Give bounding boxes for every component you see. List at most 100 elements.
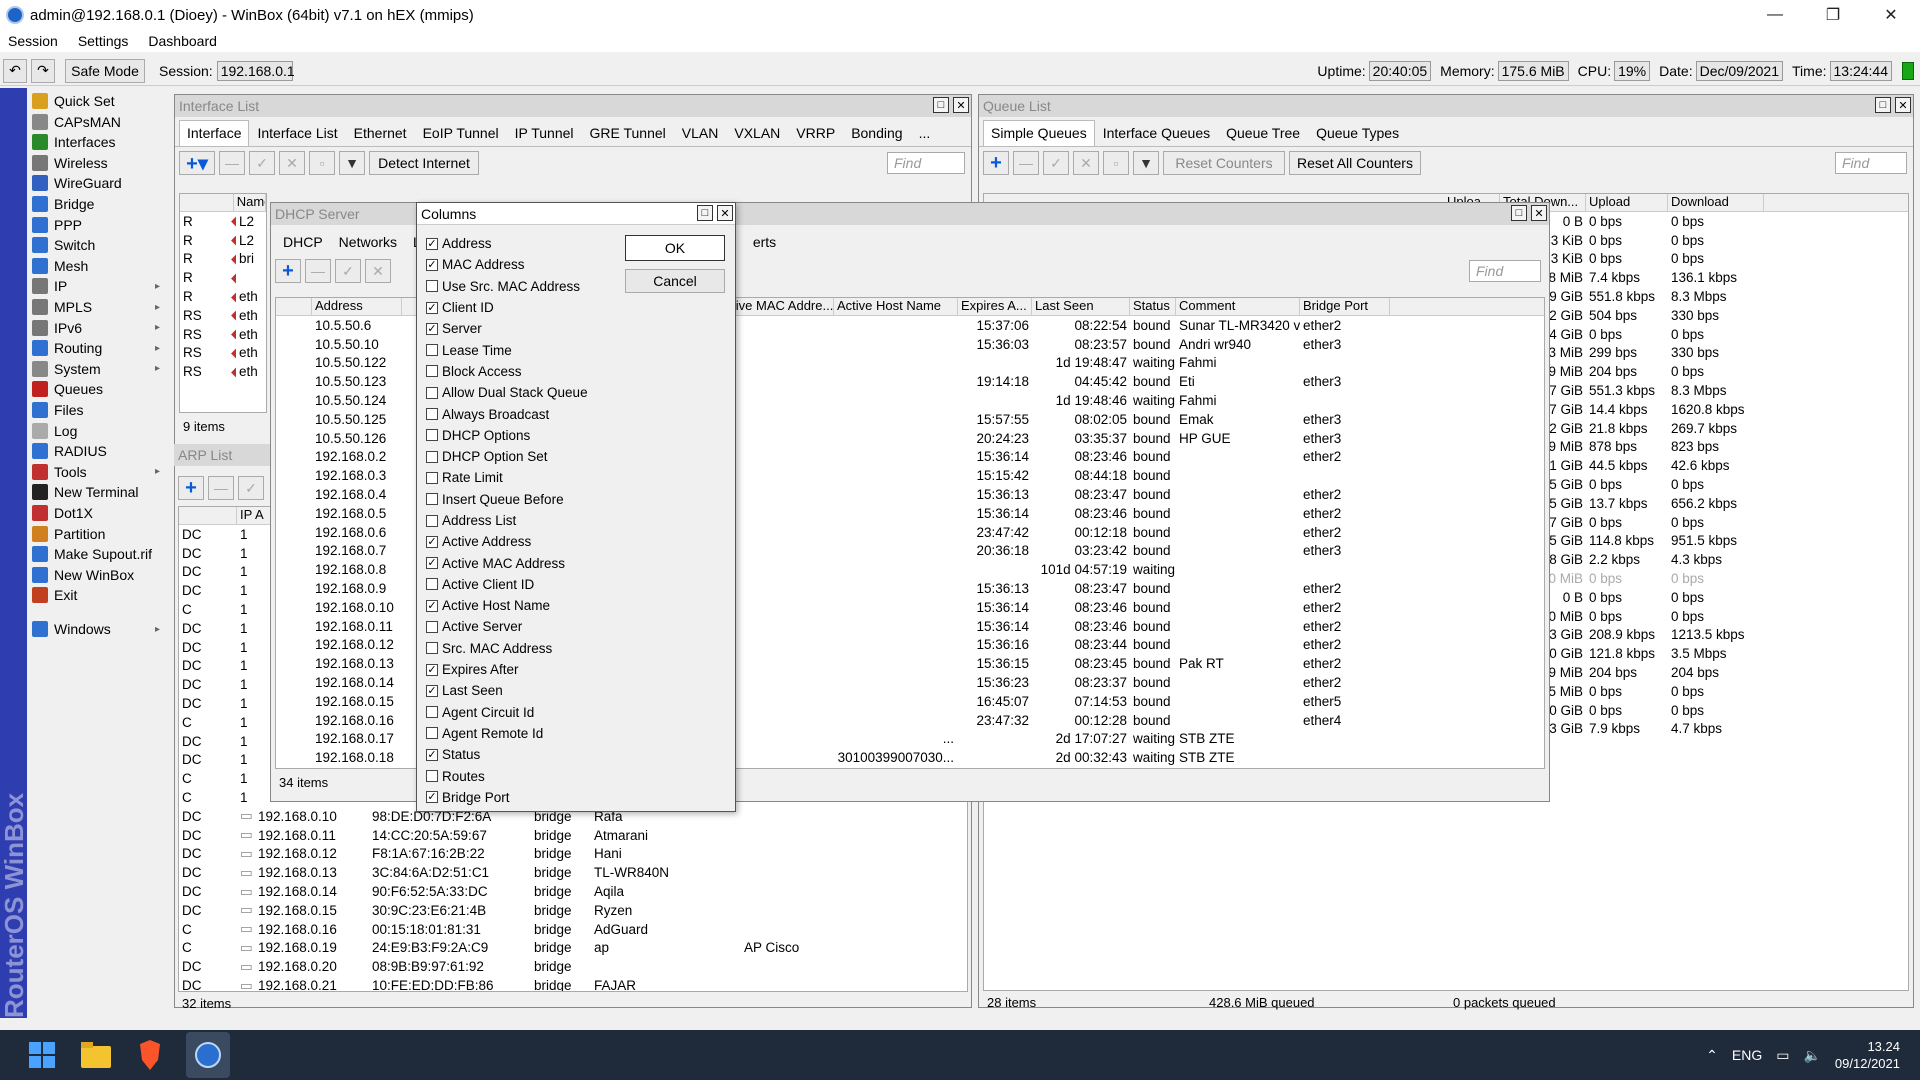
column-option-allow-dual-stack-queue[interactable]: Allow Dual Stack Queue xyxy=(426,382,626,403)
queue-comment-icon[interactable]: ▫ xyxy=(1103,151,1129,175)
dhcp-remove-icon[interactable]: — xyxy=(305,259,331,283)
ok-button[interactable]: OK xyxy=(625,235,725,261)
tab--[interactable]: ... xyxy=(911,120,939,146)
arp-col-ip[interactable]: IP A xyxy=(237,507,273,524)
menu-dashboard[interactable]: Dashboard xyxy=(148,33,217,49)
comment-icon[interactable]: ▫ xyxy=(309,151,335,175)
enable-icon[interactable]: ✓ xyxy=(249,151,275,175)
arp-remove-icon[interactable]: — xyxy=(208,476,234,500)
column-option-lease-time[interactable]: Lease Time xyxy=(426,339,626,360)
col-active-host-name[interactable]: Active Host Name xyxy=(834,298,958,315)
table-row[interactable]: R ◆bri xyxy=(180,250,266,269)
unchecked-checkbox-icon[interactable] xyxy=(426,727,438,740)
sidebar-item-queues[interactable]: Queues xyxy=(32,378,166,400)
sidebar-item-bridge[interactable]: Bridge xyxy=(32,193,166,215)
session-field[interactable]: 192.168.0.1 xyxy=(216,60,295,81)
tab-networks[interactable]: Networks xyxy=(331,229,405,255)
remove-icon[interactable]: — xyxy=(219,151,245,175)
dhcp-maximize-icon[interactable]: □ xyxy=(1511,205,1527,221)
sidebar-item-routing[interactable]: Routing ▸ xyxy=(32,337,166,359)
col-address[interactable]: Address xyxy=(312,298,402,315)
unchecked-checkbox-icon[interactable] xyxy=(426,578,438,591)
sidebar-item-ppp[interactable]: PPP xyxy=(32,214,166,236)
winbox-taskbar-icon[interactable] xyxy=(186,1032,230,1078)
unchecked-checkbox-icon[interactable] xyxy=(426,493,438,506)
col-download-rate[interactable]: Download xyxy=(1668,194,1764,211)
table-row[interactable]: C ▭ 192.168.0.19 24:E9:B3:F9:2A:C9 bridge ap A… xyxy=(179,939,967,958)
sidebar-item-make-supout-rif[interactable]: Make Supout.rif xyxy=(32,543,166,565)
tab-gre-tunnel[interactable]: GRE Tunnel xyxy=(582,120,674,146)
table-row[interactable]: C ▭ 192.168.0.16 00:15:18:01:81:31 bridge AdG… xyxy=(179,920,967,939)
column-option-server[interactable]: ✓ Server xyxy=(426,318,626,339)
cancel-button[interactable]: Cancel xyxy=(625,269,725,293)
sidebar-item-mpls[interactable]: MPLS ▸ xyxy=(32,296,166,318)
column-option-always-broadcast[interactable]: Always Broadcast xyxy=(426,403,626,424)
tab-interface-list[interactable]: Interface List xyxy=(249,120,345,146)
column-option-mac-address[interactable]: ✓ MAC Address xyxy=(426,254,626,275)
table-row[interactable]: DC ▭ 192.168.0.13 3C:84:6A:D2:51:C1 bridge TL… xyxy=(179,863,967,882)
columns-maximize-icon[interactable]: □ xyxy=(697,205,713,221)
unchecked-checkbox-icon[interactable] xyxy=(426,450,438,463)
column-option-status[interactable]: ✓ Status xyxy=(426,744,626,765)
safe-mode-button[interactable]: Safe Mode xyxy=(65,58,145,83)
tab-ethernet[interactable]: Ethernet xyxy=(346,120,415,146)
unchecked-checkbox-icon[interactable] xyxy=(426,471,438,484)
columns-close-icon[interactable]: ✕ xyxy=(717,205,733,221)
column-option-active-mac-address[interactable]: ✓ Active MAC Address xyxy=(426,552,626,573)
table-row[interactable]: R ◆eth xyxy=(180,287,266,306)
redo-icon[interactable]: ↷ xyxy=(31,58,55,83)
network-icon[interactable]: ▭ xyxy=(1776,1047,1789,1064)
sidebar-item-switch[interactable]: Switch xyxy=(32,234,166,256)
tab-bonding[interactable]: Bonding xyxy=(843,120,910,146)
dhcp-find-input[interactable]: Find xyxy=(1469,260,1541,282)
sidebar-item-quick-set[interactable]: Quick Set xyxy=(32,90,166,112)
col-bridge-port[interactable]: Bridge Port xyxy=(1300,298,1390,315)
table-row[interactable]: RS ◆eth xyxy=(180,325,266,344)
table-row[interactable]: R ◆L2 xyxy=(180,231,266,250)
sidebar-item-wireless[interactable]: Wireless xyxy=(32,152,166,174)
sidebar-item-ipv6[interactable]: IPv6 ▸ xyxy=(32,317,166,339)
sidebar-item-capsman[interactable]: CAPsMAN xyxy=(32,111,166,133)
dhcp-close-icon[interactable]: ✕ xyxy=(1531,205,1547,221)
sidebar-item-dot1x[interactable]: Dot1X xyxy=(32,502,166,524)
clock[interactable]: 13.24 09/12/2021 xyxy=(1835,1038,1900,1072)
disable-icon[interactable]: ✕ xyxy=(279,151,305,175)
chevron-up-icon[interactable]: ⌃ xyxy=(1706,1047,1718,1064)
unchecked-checkbox-icon[interactable] xyxy=(426,642,438,655)
column-option-expires-after[interactable]: ✓ Expires After xyxy=(426,659,626,680)
restore-button[interactable]: ❐ xyxy=(1804,0,1862,30)
col-last-seen[interactable]: Last Seen xyxy=(1032,298,1130,315)
menu-session[interactable]: Session xyxy=(8,33,58,49)
tab-eoip-tunnel[interactable]: EoIP Tunnel xyxy=(415,120,507,146)
reset-all-counters-button[interactable]: Reset All Counters xyxy=(1289,151,1421,175)
table-row[interactable]: DC ▭ 192.168.0.20 08:9B:B9:97:61:92 bridge xyxy=(179,957,967,976)
minimize-button[interactable]: — xyxy=(1746,0,1804,30)
column-option-insert-queue-before[interactable]: Insert Queue Before xyxy=(426,489,626,510)
col-comment[interactable]: Comment xyxy=(1176,298,1300,315)
checked-checkbox-icon[interactable]: ✓ xyxy=(426,535,438,548)
column-option-active-host-name[interactable]: ✓ Active Host Name xyxy=(426,595,626,616)
column-option-active-server[interactable]: Active Server xyxy=(426,616,626,637)
unchecked-checkbox-icon[interactable] xyxy=(426,514,438,527)
arp-enable-icon[interactable]: ✓ xyxy=(238,476,264,500)
table-row[interactable]: RS ◆eth xyxy=(180,362,266,381)
unchecked-checkbox-icon[interactable] xyxy=(426,344,438,357)
table-row[interactable]: DC ▭ 192.168.0.12 F8:1A:67:16:2B:22 bridge Ha… xyxy=(179,845,967,864)
column-option-last-seen[interactable]: ✓ Last Seen xyxy=(426,680,626,701)
volume-icon[interactable]: 🔈 xyxy=(1803,1047,1820,1064)
brave-browser-icon[interactable] xyxy=(132,1037,168,1073)
col-name[interactable]: Name xyxy=(234,194,266,211)
table-row[interactable]: DC ▭ 192.168.0.14 90:F6:52:5A:33:DC bridge Aq… xyxy=(179,882,967,901)
tab-vlan[interactable]: VLAN xyxy=(674,120,727,146)
maximize-icon[interactable]: □ xyxy=(933,97,949,113)
queue-find-input[interactable]: Find xyxy=(1835,152,1907,174)
unchecked-checkbox-icon[interactable] xyxy=(426,706,438,719)
unchecked-checkbox-icon[interactable] xyxy=(426,280,438,293)
checked-checkbox-icon[interactable]: ✓ xyxy=(426,322,438,335)
col-expires-a-[interactable]: Expires A... xyxy=(958,298,1032,315)
undo-icon[interactable]: ↶ xyxy=(3,58,27,83)
sidebar-item-mesh[interactable]: Mesh xyxy=(32,255,166,277)
unchecked-checkbox-icon[interactable] xyxy=(426,620,438,633)
tab-queue-types[interactable]: Queue Types xyxy=(1308,120,1407,146)
dhcp-add-icon[interactable]: + xyxy=(275,259,301,283)
